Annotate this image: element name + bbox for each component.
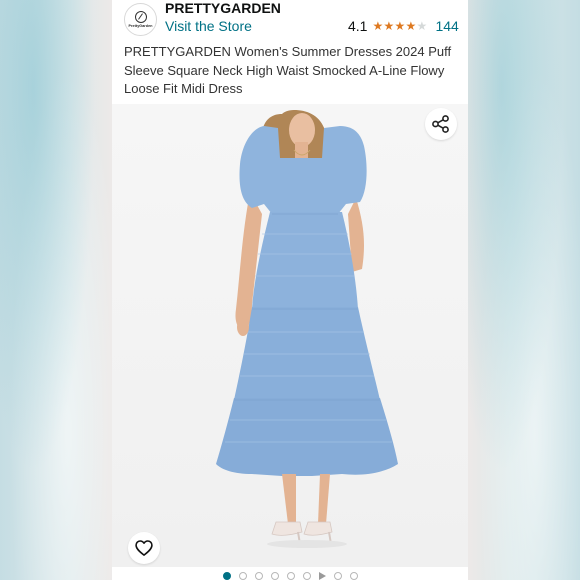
rating-summary[interactable]: 4.1 ★ ★ ★ ★ ★ 144 xyxy=(348,18,459,34)
star-icon: ★ xyxy=(394,19,406,33)
brand-name: PRETTYGARDEN xyxy=(165,0,281,16)
star-empty-icon: ★ xyxy=(416,19,428,33)
image-carousel-indicators xyxy=(112,571,468,580)
model-in-blue-dress-illustration xyxy=(216,110,398,548)
carousel-dot-3[interactable] xyxy=(254,571,263,580)
seller-header: PrettyGarden PRETTYGARDEN Visit the Stor… xyxy=(112,0,468,42)
star-icon: ★ xyxy=(405,19,417,33)
heart-icon xyxy=(135,540,153,556)
carousel-dot-9[interactable] xyxy=(349,571,358,580)
review-count-link[interactable]: 144 xyxy=(435,18,458,34)
favorite-button[interactable] xyxy=(128,532,160,564)
visit-store-link[interactable]: Visit the Store xyxy=(165,18,252,34)
product-title: PRETTYGARDEN Women's Summer Dresses 2024… xyxy=(124,44,452,96)
brand-logo-mark xyxy=(134,11,147,23)
star-icon: ★ xyxy=(383,19,395,33)
carousel-dot-5[interactable] xyxy=(286,571,295,580)
brand-logo[interactable]: PrettyGarden xyxy=(124,3,157,36)
play-icon[interactable] xyxy=(318,571,326,580)
carousel-dot-1[interactable] xyxy=(222,571,231,580)
share-button[interactable] xyxy=(425,108,457,140)
carousel-dot-4[interactable] xyxy=(270,571,279,580)
carousel-dot-8[interactable] xyxy=(333,571,342,580)
product-image[interactable] xyxy=(112,104,468,567)
rating-value: 4.1 xyxy=(348,18,368,34)
background-left-blur xyxy=(0,0,112,580)
star-rating: ★ ★ ★ ★ ★ xyxy=(372,19,427,33)
star-icon: ★ xyxy=(372,19,384,33)
background-right-blur xyxy=(468,0,580,580)
product-panel: PrettyGarden PRETTYGARDEN Visit the Stor… xyxy=(112,0,468,580)
carousel-dot-2[interactable] xyxy=(238,571,247,580)
carousel-dot-6[interactable] xyxy=(302,571,311,580)
share-icon xyxy=(432,115,449,133)
brand-logo-text: PrettyGarden xyxy=(128,24,153,28)
